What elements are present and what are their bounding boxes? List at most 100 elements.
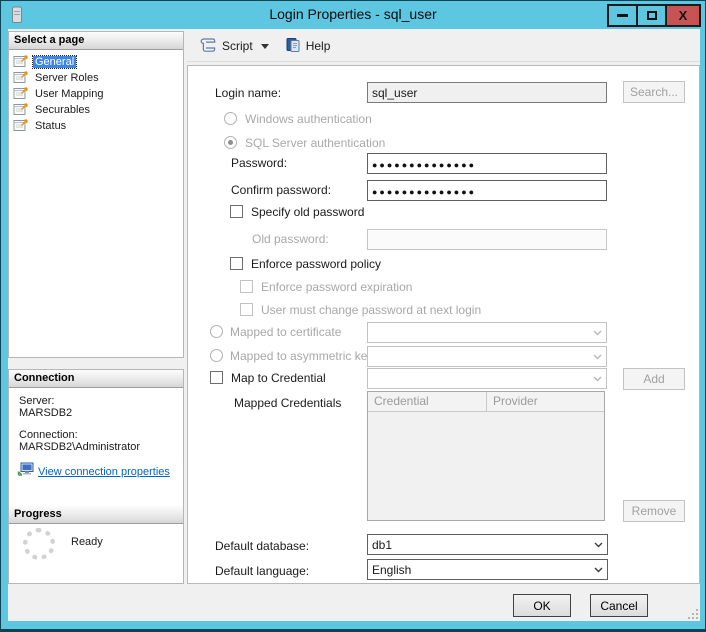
login-name-input[interactable]: sql_user: [367, 82, 607, 103]
sidebar-item-securables[interactable]: Securables: [9, 102, 183, 118]
sidebar-item-label: Status: [33, 120, 68, 132]
enforce-password-policy-label: Enforce password policy: [251, 257, 381, 271]
password-input[interactable]: ●●●●●●●●●●●●●●: [367, 153, 607, 174]
default-language-label: Default language:: [215, 564, 309, 578]
dialog-client-area: Select a page General Server Roles User …: [8, 29, 700, 621]
must-change-password-checkbox: [240, 303, 253, 316]
chevron-down-icon[interactable]: [589, 567, 607, 573]
sidebar-item-label: General: [33, 56, 76, 68]
title-bar: Login Properties - sql_user X: [1, 1, 705, 29]
maximize-button[interactable]: [636, 4, 667, 27]
select-a-page-header: Select a page: [9, 32, 183, 50]
map-to-credential-checkbox[interactable]: [210, 371, 223, 384]
minimize-button[interactable]: [607, 4, 638, 27]
credential-combobox: [367, 368, 607, 389]
default-database-combobox[interactable]: db1: [367, 534, 608, 555]
chevron-down-icon[interactable]: [589, 542, 607, 548]
chevron-down-icon[interactable]: [261, 44, 269, 49]
page-icon: [13, 118, 29, 134]
sidebar-item-label: Server Roles: [33, 72, 101, 84]
server-label: Server:: [19, 395, 54, 407]
progress-header: Progress: [9, 506, 183, 524]
help-label: Help: [306, 39, 331, 53]
specify-old-password-checkbox[interactable]: [230, 205, 243, 218]
close-button[interactable]: X: [665, 4, 701, 27]
page-icon: [13, 102, 29, 118]
password-label: Password:: [231, 156, 287, 170]
window-title: Login Properties - sql_user: [1, 6, 705, 22]
search-button[interactable]: Search...: [623, 81, 685, 103]
window-frame-bottom: [1, 629, 705, 631]
remove-button[interactable]: Remove: [623, 500, 685, 522]
enforce-password-expiration-checkbox: [240, 280, 253, 293]
sidebar-item-label: User Mapping: [33, 88, 105, 100]
must-change-password-label: User must change password at next login: [261, 303, 481, 317]
add-button[interactable]: Add: [623, 368, 685, 390]
script-scroll-icon: [199, 37, 217, 56]
mapped-to-asymmetric-key-radio: [210, 349, 223, 362]
general-page-form: Login name: sql_user Search... Windows a…: [187, 65, 700, 584]
toolbar: Script Help: [187, 31, 700, 62]
provider-column-header: Provider: [487, 392, 604, 411]
default-database-value: db1: [372, 538, 589, 552]
maximize-icon: [647, 11, 657, 20]
mapped-to-certificate-label: Mapped to certificate: [230, 325, 341, 339]
sidebar-item-general[interactable]: General: [9, 54, 183, 70]
login-name-label: Login name:: [215, 86, 281, 100]
sidebar-item-label: Securables: [33, 104, 92, 116]
close-icon: X: [679, 8, 688, 23]
connection-label: Connection:: [19, 429, 78, 441]
sql-server-authentication-radio[interactable]: [224, 136, 237, 149]
windows-authentication-radio[interactable]: [224, 112, 237, 125]
default-database-label: Default database:: [215, 539, 309, 553]
script-button[interactable]: Script: [195, 34, 273, 59]
connection-value: MARSDB2\Administrator: [19, 441, 140, 453]
view-connection-properties-link[interactable]: View connection properties: [38, 466, 170, 478]
credential-column-header: Credential: [368, 392, 487, 411]
sql-server-authentication-label: SQL Server authentication: [245, 136, 385, 150]
connection-header: Connection: [9, 370, 183, 388]
chevron-down-icon: [588, 330, 606, 336]
help-icon: [285, 37, 301, 56]
confirm-password-dots: ●●●●●●●●●●●●●●: [372, 187, 476, 197]
script-label: Script: [222, 39, 253, 53]
enforce-password-expiration-label: Enforce password expiration: [261, 280, 412, 294]
sidebar-item-user-mapping[interactable]: User Mapping: [9, 86, 183, 102]
windows-authentication-label: Windows authentication: [245, 112, 372, 126]
sidebar-item-server-roles[interactable]: Server Roles: [9, 70, 183, 86]
confirm-password-input[interactable]: ●●●●●●●●●●●●●●: [367, 180, 607, 201]
pages-list: General Server Roles User Mapping Secura…: [9, 50, 183, 134]
mapped-to-asymmetric-key-label: Mapped to asymmetric key: [230, 349, 373, 363]
chevron-down-icon: [588, 376, 606, 382]
select-a-page-panel: Select a page General Server Roles User …: [8, 31, 184, 358]
chevron-down-icon: [588, 354, 606, 360]
mapped-credentials-label: Mapped Credentials: [234, 396, 341, 410]
connection-panel: Connection Server: MARSDB2 Connection: M…: [8, 369, 184, 584]
server-value: MARSDB2: [19, 407, 72, 419]
help-button[interactable]: Help: [281, 34, 335, 59]
sidebar-item-status[interactable]: Status: [9, 118, 183, 134]
page-icon: [13, 70, 29, 86]
certificate-combobox: [367, 322, 607, 343]
progress-spinner-icon: [23, 528, 55, 560]
ok-button[interactable]: OK: [513, 594, 571, 617]
confirm-password-label: Confirm password:: [231, 183, 331, 197]
asymmetric-key-combobox: [367, 346, 607, 367]
progress-status: Ready: [71, 536, 103, 548]
connection-properties-icon: [17, 462, 34, 482]
mapped-to-certificate-radio: [210, 325, 223, 338]
default-language-value: English: [372, 563, 589, 577]
page-icon: [13, 54, 29, 70]
password-dots: ●●●●●●●●●●●●●●: [372, 160, 476, 170]
mapped-credentials-table: Credential Provider: [367, 391, 605, 521]
page-icon: [13, 86, 29, 102]
map-to-credential-label: Map to Credential: [231, 371, 326, 385]
resize-grip[interactable]: [687, 608, 699, 620]
enforce-password-policy-checkbox[interactable]: [230, 257, 243, 270]
specify-old-password-label: Specify old password: [251, 205, 364, 219]
old-password-label: Old password:: [252, 232, 329, 246]
cancel-button[interactable]: Cancel: [590, 594, 648, 617]
minimize-icon: [617, 14, 628, 17]
default-language-combobox[interactable]: English: [367, 559, 608, 580]
old-password-input: [367, 229, 607, 250]
